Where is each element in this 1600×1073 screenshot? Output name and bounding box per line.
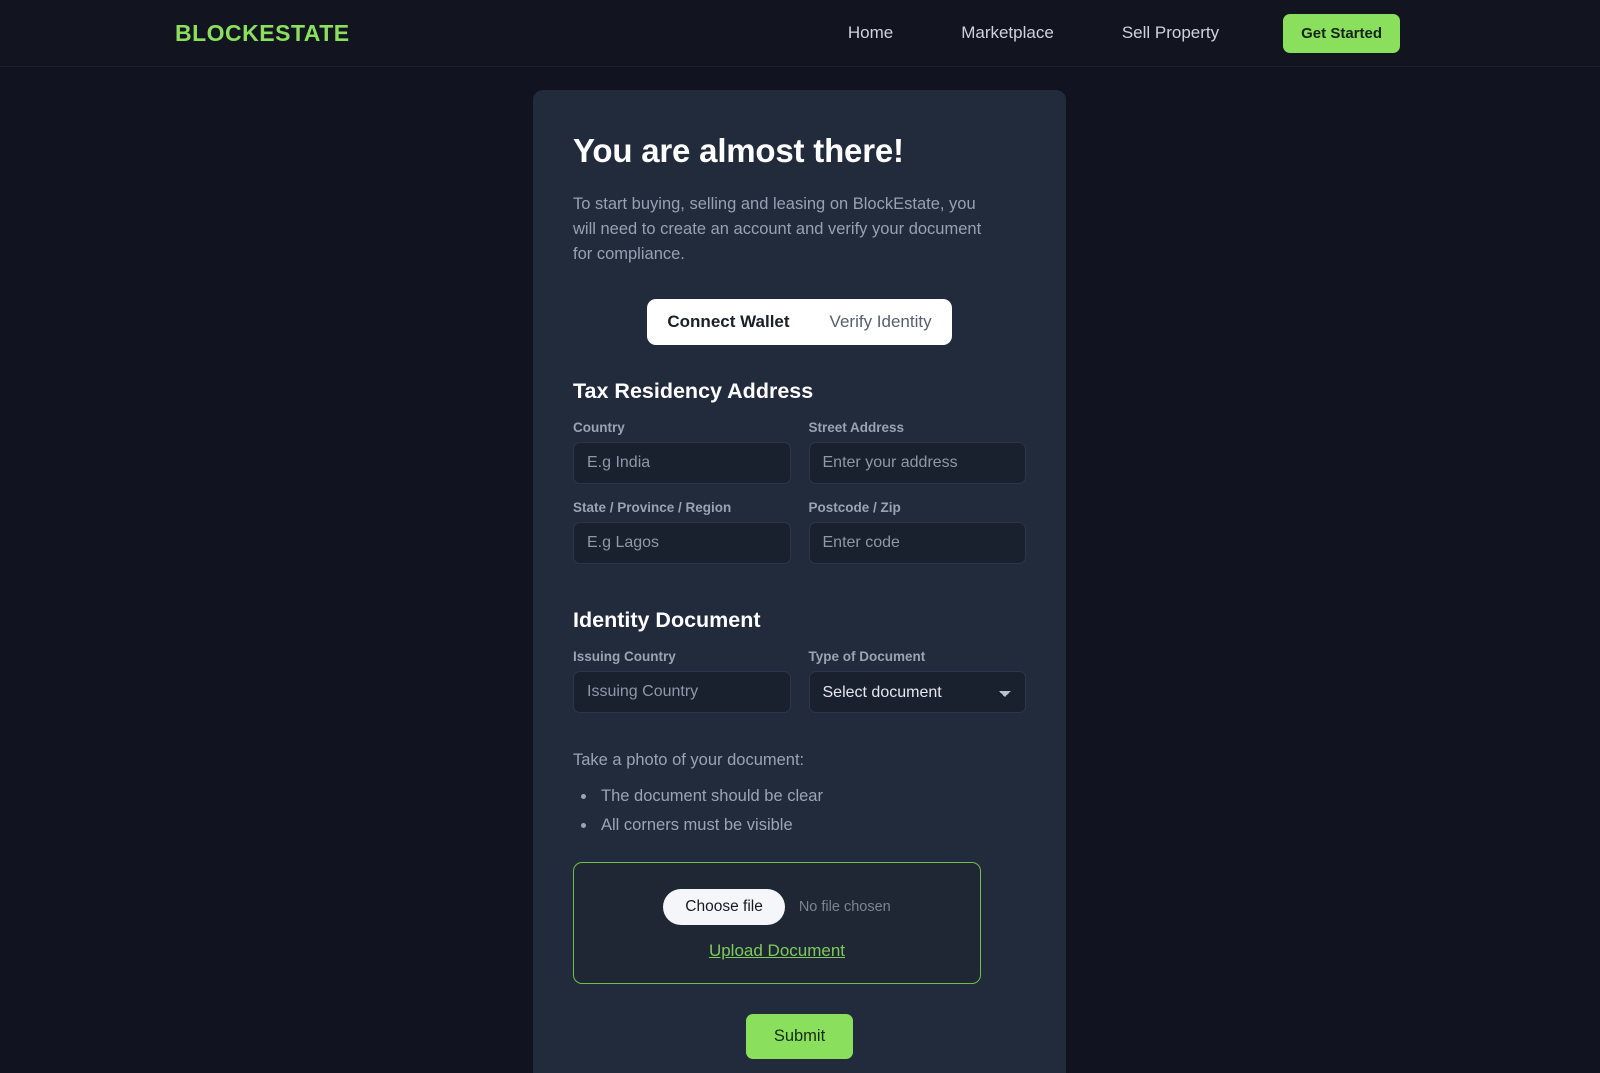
nav-link-sell-property[interactable]: Sell Property xyxy=(1088,23,1253,43)
input-issuing-country[interactable] xyxy=(573,671,791,714)
nav-link-home[interactable]: Home xyxy=(814,23,927,43)
nav-link-marketplace[interactable]: Marketplace xyxy=(927,23,1088,43)
input-postcode-zip[interactable] xyxy=(808,522,1026,565)
file-chosen-status: No file chosen xyxy=(798,898,891,915)
photo-requirements-list: The document should be clear All corners… xyxy=(573,782,1026,840)
page-title: You are almost there! xyxy=(573,132,904,169)
upload-document-link[interactable]: Upload Document xyxy=(594,941,960,961)
field-state-province-region: State / Province / Region xyxy=(573,500,791,565)
label-issuing-country: Issuing Country xyxy=(573,649,676,665)
onboarding-card: You are almost there! To start buying, s… xyxy=(533,90,1066,1073)
input-street-address[interactable] xyxy=(808,442,1026,485)
brand-logo[interactable]: BLOCKESTATE xyxy=(175,20,350,47)
identity-document-fields: Issuing Country Type of Document Select … xyxy=(573,649,1026,723)
photo-instructions-note: Take a photo of your document: xyxy=(573,751,805,770)
field-country: Country xyxy=(573,420,791,485)
page-body: You are almost there! To start buying, s… xyxy=(0,67,1600,1073)
field-street-address: Street Address xyxy=(808,420,1026,485)
tab-connect-wallet[interactable]: Connect Wallet xyxy=(647,299,809,345)
tab-verify-identity[interactable]: Verify Identity xyxy=(810,299,952,345)
field-document-type: Type of Document Select document xyxy=(808,649,1026,714)
identity-document-heading: Identity Document xyxy=(573,608,761,633)
tab-switcher: Connect Wallet Verify Identity xyxy=(647,299,952,346)
field-issuing-country: Issuing Country xyxy=(573,649,791,714)
field-postcode-zip: Postcode / Zip xyxy=(808,500,1026,565)
tab-switcher-wrap: Connect Wallet Verify Identity xyxy=(573,299,1026,346)
select-document-type[interactable]: Select document xyxy=(808,671,1026,714)
label-document-type: Type of Document xyxy=(808,649,926,665)
tax-residency-fields: Country Street Address State / Province … xyxy=(573,420,1026,574)
file-input-row: Choose file No file chosen xyxy=(594,888,960,925)
choose-file-button[interactable]: Choose file xyxy=(663,888,785,925)
label-country: Country xyxy=(573,420,625,436)
site-header: BLOCKESTATE Home Marketplace Sell Proper… xyxy=(0,0,1600,67)
label-postcode-zip: Postcode / Zip xyxy=(808,500,901,516)
page-subtitle: To start buying, selling and leasing on … xyxy=(573,195,982,264)
submit-wrap: Submit xyxy=(573,1013,1026,1059)
main-nav: Home Marketplace Sell Property Get Start… xyxy=(814,13,1400,53)
tax-residency-heading: Tax Residency Address xyxy=(573,379,814,404)
input-country[interactable] xyxy=(573,442,791,485)
submit-button[interactable]: Submit xyxy=(745,1013,854,1059)
label-street-address: Street Address xyxy=(808,420,905,436)
input-state-province-region[interactable] xyxy=(573,522,791,565)
upload-dropzone[interactable]: Choose file No file chosen Upload Docume… xyxy=(573,861,981,984)
list-item: The document should be clear xyxy=(597,782,1026,811)
get-started-button[interactable]: Get Started xyxy=(1283,13,1400,53)
list-item: All corners must be visible xyxy=(597,811,1026,840)
label-state-province-region: State / Province / Region xyxy=(573,500,732,516)
